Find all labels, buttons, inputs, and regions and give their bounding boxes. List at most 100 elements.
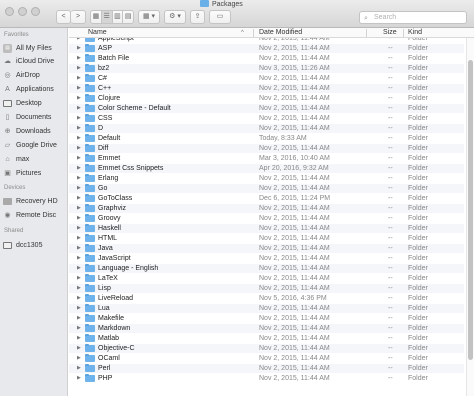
sidebar-item-applications[interactable]: A Applications <box>3 83 67 95</box>
table-row[interactable]: ▶ LiveReload Nov 5, 2016, 4:36 PM -- Folder <box>69 294 464 303</box>
table-row[interactable]: ▶ Matlab Nov 2, 2015, 11:44 AM -- Folder <box>69 334 464 343</box>
table-row[interactable]: ▶ Java Nov 2, 2015, 11:44 AM -- Folder <box>69 244 464 253</box>
sidebar-item-icloud-drive[interactable]: ☁ iCloud Drive <box>3 55 67 67</box>
disclosure-triangle-icon[interactable]: ▶ <box>77 214 81 223</box>
sidebar-item-all-my-files[interactable]: ▤ All My Files <box>3 42 67 54</box>
table-row[interactable]: ▶ Go Nov 2, 2015, 11:44 AM -- Folder <box>69 184 464 193</box>
tag-button[interactable]: ▭ <box>209 10 231 24</box>
table-row[interactable]: ▶ Perl Nov 2, 2015, 11:44 AM -- Folder <box>69 364 464 373</box>
table-row[interactable]: ▶ LaTeX Nov 2, 2015, 11:44 AM -- Folder <box>69 274 464 283</box>
disclosure-triangle-icon[interactable]: ▶ <box>77 244 81 253</box>
disclosure-triangle-icon[interactable]: ▶ <box>77 274 81 283</box>
disclosure-triangle-icon[interactable]: ▶ <box>77 344 81 353</box>
table-row[interactable]: ▶ D Nov 2, 2015, 11:44 AM -- Folder <box>69 124 464 133</box>
table-row[interactable]: ▶ Clojure Nov 2, 2015, 11:44 AM -- Folder <box>69 94 464 103</box>
table-row[interactable]: ▶ Diff Nov 2, 2015, 11:44 AM -- Folder <box>69 144 464 153</box>
disclosure-triangle-icon[interactable]: ▶ <box>77 194 81 203</box>
disclosure-triangle-icon[interactable]: ▶ <box>77 94 81 103</box>
sidebar-item-recovery-hd[interactable]: Recovery HD <box>3 195 67 207</box>
sidebar-item-remote-disc[interactable]: ◉ Remote Disc <box>3 209 67 221</box>
sidebar-item-google-drive[interactable]: ▱ Google Drive <box>3 139 67 151</box>
disclosure-triangle-icon[interactable]: ▶ <box>77 144 81 153</box>
disclosure-triangle-icon[interactable]: ▶ <box>77 364 81 373</box>
back-button[interactable]: < <box>56 10 71 24</box>
table-row[interactable]: ▶ Haskell Nov 2, 2015, 11:44 AM -- Folder <box>69 224 464 233</box>
sidebar-item-desktop[interactable]: Desktop <box>3 97 67 109</box>
column-view-button[interactable]: ▥ <box>113 11 124 23</box>
disclosure-triangle-icon[interactable]: ▶ <box>77 114 81 123</box>
table-row[interactable]: ▶ Language - English Nov 2, 2015, 11:44 AM… <box>69 264 464 273</box>
table-row[interactable]: ▶ Lisp Nov 2, 2015, 11:44 AM -- Folder <box>69 284 464 293</box>
table-row[interactable]: ▶ Emmet Css Snippets Apr 20, 2016, 9:32 AM… <box>69 164 464 173</box>
table-row[interactable]: ▶ ASP Nov 2, 2015, 11:44 AM -- Folder <box>69 44 464 53</box>
disclosure-triangle-icon[interactable]: ▶ <box>77 204 81 213</box>
column-header-date-modified[interactable]: Date Modified <box>259 28 302 38</box>
disclosure-triangle-icon[interactable]: ▶ <box>77 294 81 303</box>
disclosure-triangle-icon[interactable]: ▶ <box>77 374 81 383</box>
close-window-button[interactable] <box>5 7 14 16</box>
table-row[interactable]: ▶ CSS Nov 2, 2015, 11:44 AM -- Folder <box>69 114 464 123</box>
table-row[interactable]: ▶ Default Today, 8:33 AM -- Folder <box>69 134 464 143</box>
disclosure-triangle-icon[interactable]: ▶ <box>77 104 81 113</box>
table-row[interactable]: ▶ C++ Nov 2, 2015, 11:44 AM -- Folder <box>69 84 464 93</box>
sidebar-item-dcc1305[interactable]: dcc1305 <box>3 239 67 251</box>
disclosure-triangle-icon[interactable]: ▶ <box>77 304 81 313</box>
disclosure-triangle-icon[interactable]: ▶ <box>77 314 81 323</box>
zoom-window-button[interactable] <box>31 7 40 16</box>
disclosure-triangle-icon[interactable]: ▶ <box>77 134 81 143</box>
list-view-button[interactable]: ☰ <box>101 11 113 23</box>
table-row[interactable]: ▶ Lua Nov 2, 2015, 11:44 AM -- Folder <box>69 304 464 313</box>
disclosure-triangle-icon[interactable]: ▶ <box>77 64 81 73</box>
sidebar-item-pictures[interactable]: ▣ Pictures <box>3 167 67 179</box>
table-row[interactable]: ▶ Batch File Nov 2, 2015, 11:44 AM -- Folder <box>69 54 464 63</box>
table-row[interactable]: ▶ Groovy Nov 2, 2015, 11:44 AM -- Folder <box>69 214 464 223</box>
table-row[interactable]: ▶ PHP Nov 2, 2015, 11:44 AM -- Folder <box>69 374 464 383</box>
disclosure-triangle-icon[interactable]: ▶ <box>77 224 81 233</box>
table-row[interactable]: ▶ GoToClass Dec 6, 2015, 11:24 PM -- Folder <box>69 194 464 203</box>
column-divider[interactable] <box>366 29 367 37</box>
column-divider[interactable] <box>253 29 254 37</box>
sidebar-item-airdrop[interactable]: ◎ AirDrop <box>3 69 67 81</box>
disclosure-triangle-icon[interactable]: ▶ <box>77 84 81 93</box>
disclosure-triangle-icon[interactable]: ▶ <box>77 174 81 183</box>
vertical-scrollbar[interactable] <box>466 38 474 396</box>
disclosure-triangle-icon[interactable]: ▶ <box>77 38 81 43</box>
disclosure-triangle-icon[interactable]: ▶ <box>77 154 81 163</box>
disclosure-triangle-icon[interactable]: ▶ <box>77 234 81 243</box>
action-button[interactable]: ⚙ ▾ <box>164 10 186 24</box>
sidebar-item-documents[interactable]: ▯ Documents <box>3 111 67 123</box>
disclosure-triangle-icon[interactable]: ▶ <box>77 264 81 273</box>
cover-flow-view-button[interactable]: ▤ <box>123 11 133 23</box>
share-button[interactable]: ⇪ <box>190 10 205 24</box>
disclosure-triangle-icon[interactable]: ▶ <box>77 164 81 173</box>
disclosure-triangle-icon[interactable]: ▶ <box>77 184 81 193</box>
column-header-kind[interactable]: Kind <box>408 28 422 38</box>
table-row[interactable]: ▶ Markdown Nov 2, 2015, 11:44 AM -- Folder <box>69 324 464 333</box>
sidebar-item-max[interactable]: ⌂ max <box>3 153 67 165</box>
disclosure-triangle-icon[interactable]: ▶ <box>77 284 81 293</box>
column-divider[interactable] <box>403 29 404 37</box>
table-row[interactable]: ▶ Color Scheme - Default Nov 2, 2015, 11:4… <box>69 104 464 113</box>
table-row[interactable]: ▶ Objective-C Nov 2, 2015, 11:44 AM -- Folde… <box>69 344 464 353</box>
table-row[interactable]: ▶ HTML Nov 2, 2015, 11:44 AM -- Folder <box>69 234 464 243</box>
scrollbar-thumb[interactable] <box>468 60 473 360</box>
arrange-button[interactable]: ▦ ▾ <box>138 10 160 24</box>
search-input[interactable]: ⌕ Search <box>359 11 467 24</box>
sidebar-item-downloads[interactable]: ⊕ Downloads <box>3 125 67 137</box>
minimize-window-button[interactable] <box>18 7 27 16</box>
table-row[interactable]: ▶ Emmet Mar 3, 2016, 10:40 AM -- Folder <box>69 154 464 163</box>
disclosure-triangle-icon[interactable]: ▶ <box>77 354 81 363</box>
table-row[interactable]: ▶ OCaml Nov 2, 2015, 11:44 AM -- Folder <box>69 354 464 363</box>
disclosure-triangle-icon[interactable]: ▶ <box>77 54 81 63</box>
disclosure-triangle-icon[interactable]: ▶ <box>77 334 81 343</box>
icon-view-button[interactable]: ▦ <box>91 11 102 23</box>
table-row[interactable]: ▶ Erlang Nov 2, 2015, 11:44 AM -- Folder <box>69 174 464 183</box>
table-row[interactable]: ▶ AppleScript Nov 2, 2015, 11:44 AM -- Folde… <box>69 38 464 43</box>
disclosure-triangle-icon[interactable]: ▶ <box>77 124 81 133</box>
table-row[interactable]: ▶ Makefile Nov 2, 2015, 11:44 AM -- Folder <box>69 314 464 323</box>
table-row[interactable]: ▶ bz2 Nov 3, 2015, 11:26 AM -- Folder <box>69 64 464 73</box>
forward-button[interactable]: > <box>71 10 86 24</box>
disclosure-triangle-icon[interactable]: ▶ <box>77 74 81 83</box>
table-row[interactable]: ▶ JavaScript Nov 2, 2015, 11:44 AM -- Folder <box>69 254 464 263</box>
column-header-size[interactable]: Size <box>383 28 397 38</box>
